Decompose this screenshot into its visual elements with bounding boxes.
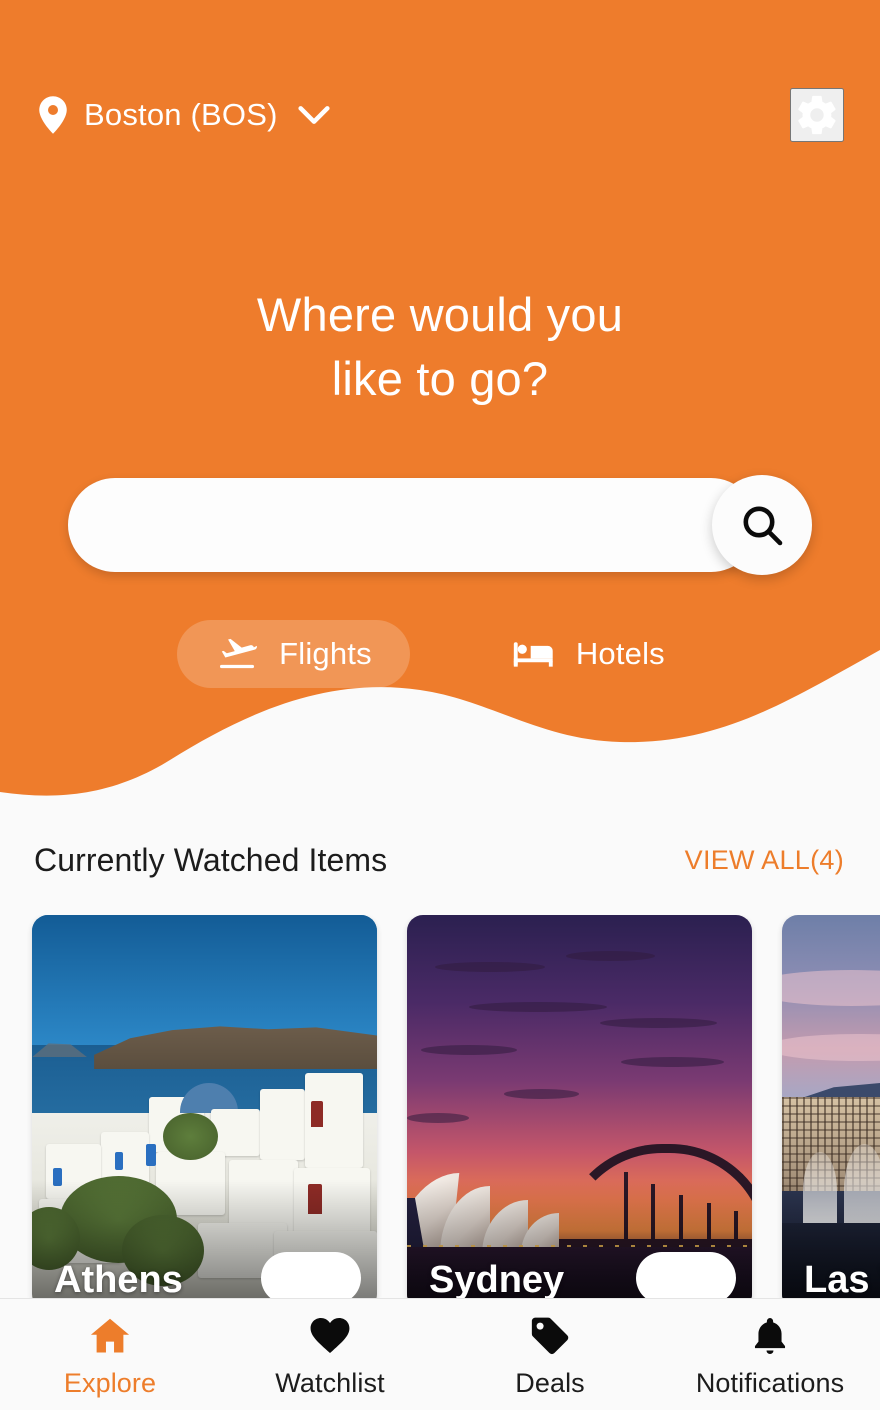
nav-item-explore[interactable]: Explore: [0, 1310, 220, 1399]
mode-hotels[interactable]: Hotels: [474, 620, 703, 688]
bell-icon: [748, 1314, 792, 1358]
location-label: Boston (BOS): [84, 97, 278, 132]
mode-flights-label: Flights: [279, 636, 372, 671]
page-title: Currently Watched Items: [34, 841, 388, 878]
destination-card-chip[interactable]: [636, 1252, 736, 1304]
destination-card-name: Athens: [54, 1259, 183, 1301]
location-pin-icon: [38, 96, 68, 134]
search-button[interactable]: [712, 475, 812, 575]
hero-headline-line2: like to go?: [331, 352, 549, 405]
mode-flights[interactable]: Flights: [177, 620, 410, 688]
app-screen: Boston (BOS) Where would you like to go?: [0, 0, 880, 1410]
destination-card-name: Las Vegas: [804, 1259, 880, 1301]
watched-items-carousel[interactable]: Athens Sydney Las: [0, 915, 880, 1315]
location-selector[interactable]: Boston (BOS): [38, 96, 330, 134]
tag-icon: [528, 1314, 572, 1358]
nav-item-watchlist[interactable]: Watchlist: [220, 1310, 440, 1399]
sydney-photo: [407, 915, 752, 1310]
search-icon: [738, 501, 786, 549]
destination-card-las-vegas[interactable]: Las Vegas: [782, 915, 880, 1310]
nav-item-explore-label: Explore: [63, 1368, 157, 1398]
bed-icon: [512, 637, 556, 671]
flight-takeoff-icon: [215, 637, 259, 671]
settings-button[interactable]: [790, 88, 844, 142]
chevron-down-icon[interactable]: [294, 104, 330, 126]
nav-item-deals-label: Deals: [515, 1368, 585, 1398]
destination-card-chip[interactable]: [261, 1252, 361, 1304]
destination-card-sydney[interactable]: Sydney: [407, 915, 752, 1310]
destination-card-athens[interactable]: Athens: [32, 915, 377, 1310]
destination-card-name: Sydney: [429, 1259, 565, 1301]
nav-item-deals[interactable]: Deals: [440, 1310, 660, 1399]
top-bar: Boston (BOS): [0, 82, 880, 148]
las-vegas-photo: [782, 915, 880, 1310]
hero-headline-line1: Where would you: [256, 288, 624, 341]
search-bar: [68, 475, 812, 575]
nav-item-notifications[interactable]: Notifications: [660, 1310, 880, 1399]
home-icon: [88, 1314, 132, 1358]
view-all-button[interactable]: VIEW ALL(4): [685, 845, 844, 876]
mode-hotels-label: Hotels: [575, 636, 665, 671]
header-content: Boston (BOS) Where would you like to go?: [0, 0, 880, 720]
hero-headline: Where would you like to go?: [0, 283, 880, 411]
gear-icon: [794, 92, 840, 138]
watched-section-header: Currently Watched Items VIEW ALL(4): [0, 832, 880, 888]
search-mode-toggle: Flights Hotels: [0, 620, 880, 688]
nav-item-notifications-label: Notifications: [695, 1368, 845, 1398]
search-input[interactable]: [68, 478, 758, 572]
nav-item-watchlist-label: Watchlist: [275, 1368, 385, 1398]
heart-icon: [308, 1314, 352, 1358]
bottom-navigation: Explore Watchlist Deals Notifications: [0, 1298, 880, 1410]
athens-photo: [32, 915, 377, 1310]
